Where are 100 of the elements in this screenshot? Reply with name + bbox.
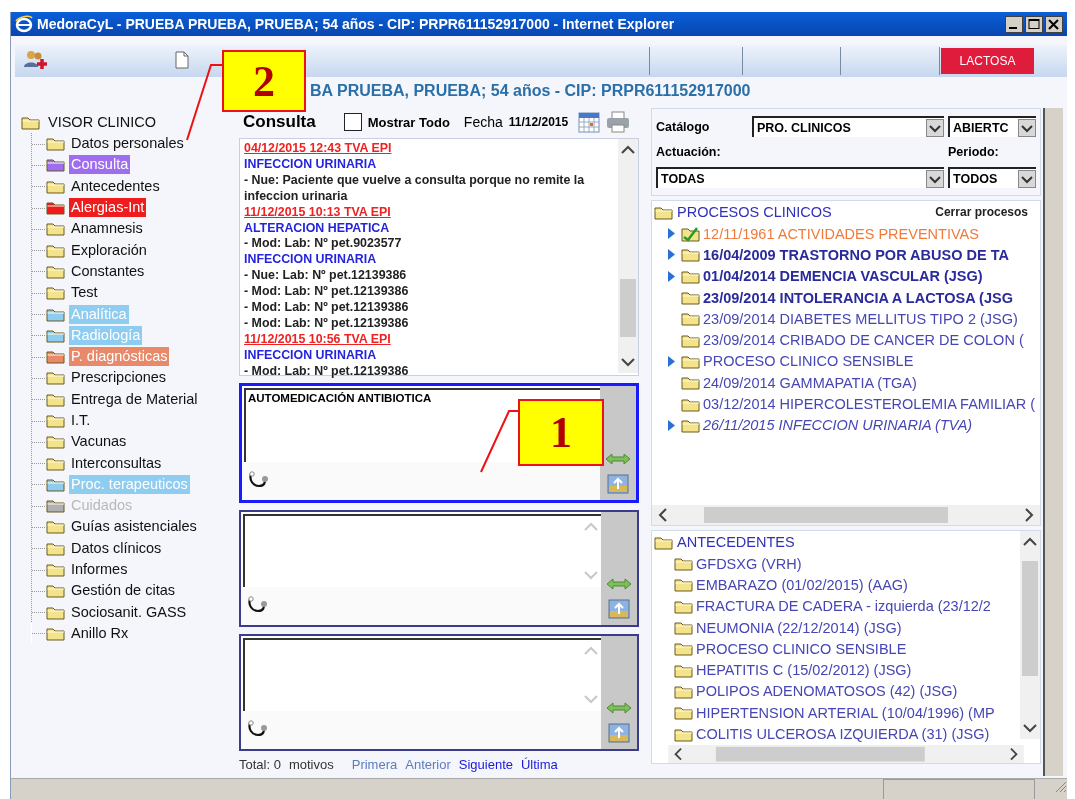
expand-triangle-icon[interactable]	[666, 227, 676, 241]
calendar-icon[interactable]	[578, 111, 601, 133]
folder-icon	[46, 221, 65, 237]
expand-triangle-icon[interactable]	[666, 354, 676, 368]
history-item[interactable]: HEPATITIS C (15/02/2012) (JSG)	[696, 662, 912, 679]
folder-icon	[674, 577, 693, 593]
visit-date-link[interactable]: 11/12/2015 10:13 TVA EPI	[244, 204, 391, 221]
double-arrow-icon[interactable]	[606, 701, 632, 715]
visit-date-link[interactable]: 04/12/2015 12:43 TVA EPI	[244, 141, 392, 157]
sidebar-item[interactable]: Anillo Rx	[69, 623, 131, 643]
sidebar-item[interactable]: Prescripciones	[69, 368, 169, 388]
picture-upload-icon[interactable]	[608, 723, 630, 743]
process-item[interactable]: 26/11/2015 INFECCION URINARIA (TVA)	[703, 417, 973, 434]
history-item[interactable]: COLITIS ULCEROSA IZQUIERDA (31) (JSG)	[696, 726, 990, 742]
sidebar-item[interactable]: I.T.	[69, 411, 93, 430]
folder-icon	[46, 540, 65, 556]
vertical-scrollbar[interactable]	[618, 139, 638, 373]
expand-triangle-icon[interactable]	[666, 418, 676, 432]
expand-triangle-icon[interactable]	[666, 269, 676, 283]
note-entry: - Mod: Lab: Nº pet.12139386	[244, 315, 410, 332]
vertical-scrollbar[interactable]	[1020, 531, 1040, 739]
folder-icon	[654, 534, 673, 550]
folder-icon	[46, 562, 65, 578]
catalog-dropdown[interactable]: PRO. CLINICOS	[752, 116, 944, 137]
process-item[interactable]: 16/04/2009 TRASTORNO POR ABUSO DE TA	[703, 246, 1009, 263]
picture-upload-icon[interactable]	[608, 599, 630, 619]
process-item[interactable]: 23/09/2014 CRIBADO DE CANCER DE COLON (	[703, 332, 1024, 349]
sidebar-item[interactable]: Datos personales	[69, 134, 186, 154]
folder-icon	[674, 726, 693, 742]
history-item[interactable]: GFDSXG (VRH)	[696, 555, 802, 572]
pager-link[interactable]: Siguiente	[458, 757, 513, 772]
caret-icon	[1018, 118, 1036, 137]
visit-date-link[interactable]: 11/12/2015 10:56 TVA EPI	[244, 331, 391, 348]
action-dropdown[interactable]: TODAS	[656, 167, 944, 188]
folder-icon	[46, 583, 65, 599]
sidebar-item[interactable]: Interconsultas	[69, 453, 164, 473]
caret-icon	[926, 169, 944, 188]
reason-field[interactable]: AUTOMEDICACIÓN ANTIBIOTICA	[248, 392, 432, 404]
folder-icon	[46, 157, 65, 173]
close-button[interactable]	[1045, 15, 1063, 33]
problem-title: ALTERACION HEPATICA	[244, 220, 391, 237]
sidebar-item[interactable]: Entrega de Material	[69, 389, 200, 409]
process-item[interactable]: 01/04/2014 DEMENCIA VASCULAR (JSG)	[703, 268, 983, 285]
action-label: Actuación:	[656, 145, 722, 159]
blank-document-icon[interactable]	[175, 51, 189, 69]
minimize-button[interactable]	[1005, 15, 1023, 33]
tree-root-label[interactable]: VISOR CLINICO	[46, 113, 158, 132]
sidebar-item[interactable]: Vacunas	[69, 432, 129, 452]
sidebar-item[interactable]: Consulta	[69, 155, 131, 175]
tree-root-label[interactable]: PROCESOS CLINICOS	[677, 204, 832, 220]
close-processes-link[interactable]: Cerrar procesos	[935, 205, 1028, 219]
status-dropdown[interactable]: ABIERTC	[948, 116, 1036, 137]
period-dropdown[interactable]: TODOS	[948, 167, 1036, 188]
process-item[interactable]: 23/09/2014 INTOLERANCIA A LACTOSA (JSG	[703, 289, 1013, 306]
expand-triangle-icon[interactable]	[666, 248, 676, 262]
printer-icon[interactable]	[606, 111, 631, 133]
history-item[interactable]: HIPERTENSION ARTERIAL (10/04/1996) (MP	[696, 704, 995, 721]
folder-icon	[654, 204, 673, 220]
folder-icon	[46, 604, 65, 620]
folder-icon	[681, 353, 700, 369]
sidebar-item[interactable]: Sociosanit. GASS	[69, 602, 189, 622]
process-item[interactable]: 24/09/2014 GAMMAPATIA (TGA)	[703, 374, 917, 391]
add-user-icon[interactable]	[23, 49, 49, 71]
note-entry: - Nue: Paciente que vuelve a consulta porque no remite la infeccion urinaria	[244, 172, 586, 205]
sidebar-item[interactable]: Guías asistenciales	[69, 517, 199, 537]
picture-upload-icon[interactable]	[607, 474, 629, 494]
sidebar-item[interactable]: Informes	[69, 560, 130, 580]
sidebar-item[interactable]: Gestión de citas	[69, 581, 177, 601]
history-item[interactable]: NEUMONIA (22/12/2014) (JSG)	[696, 619, 902, 636]
folder-icon	[46, 306, 65, 322]
sidebar-item[interactable]: Datos clínicos	[69, 538, 164, 558]
allergy-alert-button[interactable]: LACTOSA	[941, 48, 1034, 74]
process-item[interactable]: 03/12/2014 HIPERCOLESTEROLEMIA FAMILIAR (	[703, 396, 1036, 412]
catalog-label: Catálogo	[656, 119, 711, 134]
pager-link[interactable]: Última	[521, 757, 558, 772]
note-entry: - Mod: Lab: Nº pet.12139386	[244, 300, 410, 316]
history-item[interactable]: FRACTURA DE CADERA - izquierda (23/12/2	[696, 598, 991, 615]
show-all-checkbox[interactable]	[343, 113, 362, 131]
horizontal-scrollbar[interactable]	[652, 505, 1040, 525]
sidebar-item[interactable]: Anamnesis	[69, 219, 145, 239]
sidebar-item[interactable]: Constantes	[69, 261, 147, 281]
double-arrow-icon[interactable]	[606, 577, 632, 591]
callout-label: 2	[222, 50, 306, 112]
folder-icon	[46, 178, 65, 194]
maximize-button[interactable]	[1025, 15, 1043, 33]
history-item[interactable]: EMBARAZO (01/02/2015) (AAG)	[696, 576, 908, 593]
sidebar-item[interactable]: Alergias-Int	[69, 198, 147, 218]
resize-grip-icon[interactable]	[1053, 779, 1067, 793]
folder-icon	[46, 498, 65, 514]
total-count: Total: 0	[239, 757, 281, 772]
process-item[interactable]: PROCESO CLINICO SENSIBLE	[703, 353, 914, 370]
history-item[interactable]: PROCESO CLINICO SENSIBLE	[696, 640, 907, 657]
process-item[interactable]: 23/09/2014 DIABETES MELLITUS TIPO 2 (JSG)	[703, 310, 1018, 327]
tree-root-label[interactable]: ANTECEDENTES	[677, 534, 795, 550]
sidebar-item[interactable]: Antecedentes	[69, 176, 162, 196]
history-item[interactable]: POLIPOS ADENOMATOSOS (42) (JSG)	[696, 683, 958, 700]
folder-icon	[681, 417, 700, 433]
double-arrow-icon[interactable]	[605, 452, 631, 466]
sidebar-item[interactable]: Test	[69, 283, 100, 303]
sidebar-item[interactable]: Exploración	[69, 240, 149, 260]
